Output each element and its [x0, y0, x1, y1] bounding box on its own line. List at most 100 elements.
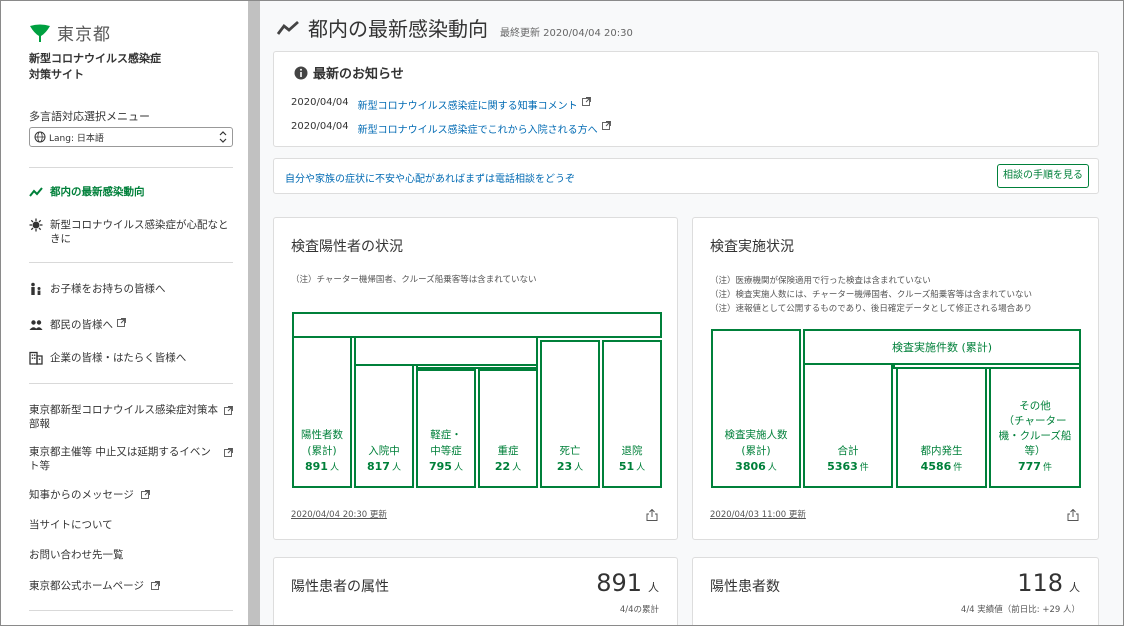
news-date: 2020/04/04 [291, 97, 349, 108]
trend-chart-icon [276, 20, 299, 35]
stat-label: 死亡 [559, 445, 581, 457]
stat-number: 795 [429, 460, 452, 473]
panel-note: （注）チャーター機帰国者、クルーズ船乗客等は含まれていない [291, 275, 537, 285]
stat-value: 23 人 [557, 459, 583, 476]
sidebar-link-governor-message[interactable]: 知事からのメッセージ [29, 488, 233, 502]
headline-number: 118 [1017, 569, 1063, 597]
parent-child-icon [31, 282, 41, 295]
stat-label: 重症 [497, 445, 519, 457]
sidebar-item-companies[interactable]: 企業の皆様・はたらく皆様へ [29, 351, 233, 365]
building-icon [29, 351, 43, 365]
sidebar-item-latest-trends[interactable]: 都内の最新感染動向 [29, 185, 233, 199]
stat-tests-tokyo: 都内発生 4586 件 [896, 367, 987, 488]
headline-value: 118 人 [1017, 569, 1080, 597]
stat-label-sub: 等） [1024, 445, 1046, 457]
stat-label: 入院中 [368, 445, 400, 457]
stat-value: 4586 件 [921, 459, 963, 476]
stat-unit: 人 [453, 463, 463, 473]
consult-procedure-button[interactable]: 相談の手順を見る [997, 164, 1089, 188]
page-title: 都内の最新感染動向 [308, 17, 488, 41]
site-title-line2: 対策サイト [29, 68, 84, 81]
news-link[interactable]: 新型コロナウイルス感染症でこれから入院される方へ [358, 121, 598, 136]
headline-sub: 4/4 実績値（前日比: +29 人） [960, 605, 1080, 615]
sidebar-link-hq-reports[interactable]: 東京都新型コロナウイルス感染症対策本部報 [29, 403, 233, 431]
stat-value: 51 人 [619, 459, 645, 476]
consult-link[interactable]: 自分や家族の症状に不安や心配があればまずは電話相談をどうぞ [285, 170, 575, 185]
sidebar-divider [29, 262, 233, 263]
sidebar-link-about[interactable]: 当サイトについて [29, 518, 233, 532]
sidebar-divider [29, 383, 233, 384]
stat-value: 5363 件 [827, 459, 869, 476]
sidebar-link-official-site[interactable]: 東京都公式ホームページ [29, 579, 233, 593]
stat-label-sub: 機・クルーズ船 [998, 430, 1072, 442]
stat-number: 4586 [920, 460, 952, 473]
stat-value: 817 人 [367, 459, 401, 476]
news-heading-text: 最新のお知らせ [313, 67, 404, 82]
flow-bar-top [292, 312, 662, 338]
stat-unit: 人 [636, 463, 646, 473]
sidebar-link-label: 知事からのメッセージ [29, 489, 134, 501]
panel-title: 検査実施状況 [710, 239, 794, 255]
sidebar-item-label: 新型コロナウイルス感染症が心配なときに [50, 219, 229, 245]
sidebar-item-label: 都内の最新感染動向 [50, 186, 145, 198]
stat-deaths: 死亡 23 人 [540, 340, 600, 488]
stat-tests-total: 合計 5363 件 [803, 363, 893, 488]
news-date: 2020/04/04 [291, 121, 349, 132]
attributes-card: 陽性患者の属性 891 人 4/4の累計 [273, 557, 678, 625]
news-card: 最新のお知らせ 2020/04/04 新型コロナウイルス感染症に関する知事コメン… [273, 51, 1099, 147]
stat-label: その他 [1019, 400, 1051, 412]
sidebar-divider [29, 167, 233, 168]
logo[interactable]: 東京都 [29, 20, 111, 45]
panel-title: 陽性患者数 [710, 579, 780, 595]
stat-unit: 人 [329, 463, 339, 473]
stat-unit: 人 [512, 463, 522, 473]
panel-title: 陽性患者の属性 [291, 579, 389, 595]
flow-bar-tests-label: 検査実施件数 (累計) [891, 341, 993, 354]
stat-label-sub: （チャーター [1003, 415, 1067, 427]
up-down-chevron-icon [219, 131, 227, 143]
sidebar-link-events[interactable]: 東京都主催等 中止又は延期するイベント等 [29, 445, 233, 473]
sidebar: 東京都 新型コロナウイルス感染症 対策サイト 多言語対応選択メニュー Lang:… [1, 1, 248, 625]
sidebar-item-label: お子様をお持ちの皆様へ [50, 283, 166, 295]
stat-value: 891 人 [305, 459, 339, 476]
external-link-icon [141, 490, 151, 499]
news-item: 2020/04/04 新型コロナウイルス感染症に関する知事コメント [291, 97, 591, 112]
share-icon[interactable] [646, 509, 658, 521]
patients-card: 陽性患者数 118 人 4/4 実績値（前日比: +29 人） [692, 557, 1099, 625]
sidebar-link-label: 東京都新型コロナウイルス感染症対策本部報 [29, 404, 218, 430]
share-icon[interactable] [1067, 509, 1079, 521]
stat-number: 817 [367, 460, 390, 473]
site-title-line1: 新型コロナウイルス感染症 [29, 52, 161, 65]
stat-unit: 件 [1042, 463, 1052, 473]
tokyo-ginkgo-logo-icon [30, 24, 50, 42]
stat-tests-other: その他 （チャーター 機・クルーズ船 等） 777 件 [989, 367, 1081, 488]
globe-icon [34, 131, 46, 143]
panel-updated: 2020/04/04 20:30 更新 [291, 510, 387, 520]
headline-number: 891 [596, 569, 642, 597]
stat-number: 891 [305, 460, 328, 473]
main-content: 都内の最新感染動向 最終更新 2020/04/04 20:30 最新のお知らせ … [261, 1, 1123, 625]
stat-value: 777 件 [1018, 459, 1052, 476]
stat-number: 51 [618, 460, 635, 473]
sidebar-item-label: 都民の皆様へ [50, 319, 113, 331]
sidebar-item-parents[interactable]: お子様をお持ちの皆様へ [29, 282, 233, 296]
stat-label-sub: 中等症 [430, 445, 462, 457]
sidebar-scrollbar[interactable] [248, 1, 260, 625]
language-select[interactable]: Lang: 日本語 [29, 127, 233, 147]
sidebar-link-label: お問い合わせ先一覧 [29, 549, 124, 561]
sidebar-divider [29, 610, 233, 611]
sidebar-link-label: 東京都主催等 中止又は延期するイベント等 [29, 446, 211, 472]
external-link-icon [151, 581, 161, 590]
stat-severe: 重症 22 人 [478, 369, 538, 488]
panel-title: 検査陽性者の状況 [291, 239, 403, 255]
stat-label: 都内発生 [920, 445, 963, 457]
news-link[interactable]: 新型コロナウイルス感染症に関する知事コメント [358, 97, 578, 112]
panel-updated: 2020/04/03 11:00 更新 [710, 510, 806, 520]
sidebar-item-residents[interactable]: 都民の皆様へ [29, 318, 233, 332]
sidebar-item-worried[interactable]: 新型コロナウイルス感染症が心配なときに [29, 218, 233, 246]
stat-value: 22 人 [495, 459, 521, 476]
news-heading: 最新のお知らせ [294, 63, 404, 82]
stat-label-sub: (累計) [307, 445, 337, 457]
sidebar-link-contacts[interactable]: お問い合わせ先一覧 [29, 548, 233, 562]
test-status-card: 検査実施状況 （注）医療機関が保険適用で行った検査は含まれていない （注）検査実… [692, 217, 1099, 540]
